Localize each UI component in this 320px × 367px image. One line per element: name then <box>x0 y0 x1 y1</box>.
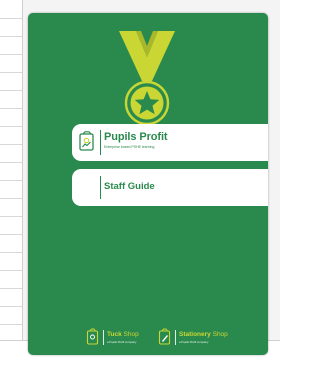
stationery-shop-logo: Stationery Shop a Pupils Profit company <box>158 328 258 348</box>
brand-title: Pupils Profit <box>104 131 168 143</box>
page-rule <box>0 324 22 325</box>
stationery-shop-name: Stationery Shop <box>179 331 228 338</box>
document-cover-page[interactable]: Pupils Profit Enterprise based PSHE lear… <box>28 13 268 355</box>
page-rule <box>0 252 22 253</box>
brand-divider <box>100 130 101 155</box>
tuck-shop-subtext: a Pupils Profit company <box>107 340 137 344</box>
page-rule <box>0 18 22 19</box>
stationery-shop-subtext: a Pupils Profit company <box>179 340 209 344</box>
tuck-shop-divider <box>103 330 104 345</box>
page-rule <box>0 216 22 217</box>
brand-tagline: Enterprise based PSHE learning <box>104 145 155 149</box>
page-rule <box>0 198 22 199</box>
tuck-shop-name: Tuck Shop <box>107 331 139 338</box>
guide-title-card: Staff Guide <box>72 169 268 206</box>
adjacent-page-strip[interactable] <box>0 0 23 340</box>
tuck-shop-icon <box>86 328 99 345</box>
page-rule <box>0 126 22 127</box>
tuck-shop-logo: Tuck Shop a Pupils Profit company <box>86 328 166 348</box>
page-rule <box>0 90 22 91</box>
page-rule <box>0 270 22 271</box>
guide-title: Staff Guide <box>104 181 155 192</box>
pupils-profit-logo-icon <box>79 131 94 151</box>
page-rule <box>0 180 22 181</box>
brand-card: Pupils Profit Enterprise based PSHE lear… <box>72 124 268 161</box>
page-rule <box>0 162 22 163</box>
medal-star-icon <box>119 31 175 126</box>
stationery-shop-icon <box>158 328 171 345</box>
page-rule <box>0 108 22 109</box>
page-rule <box>0 234 22 235</box>
page-rule <box>0 306 22 307</box>
page-rule <box>0 72 22 73</box>
page-rule <box>0 288 22 289</box>
guide-divider <box>100 176 101 199</box>
page-rule <box>0 54 22 55</box>
stationery-shop-divider <box>175 330 176 345</box>
page-rule <box>0 36 22 37</box>
page-rule <box>0 144 22 145</box>
